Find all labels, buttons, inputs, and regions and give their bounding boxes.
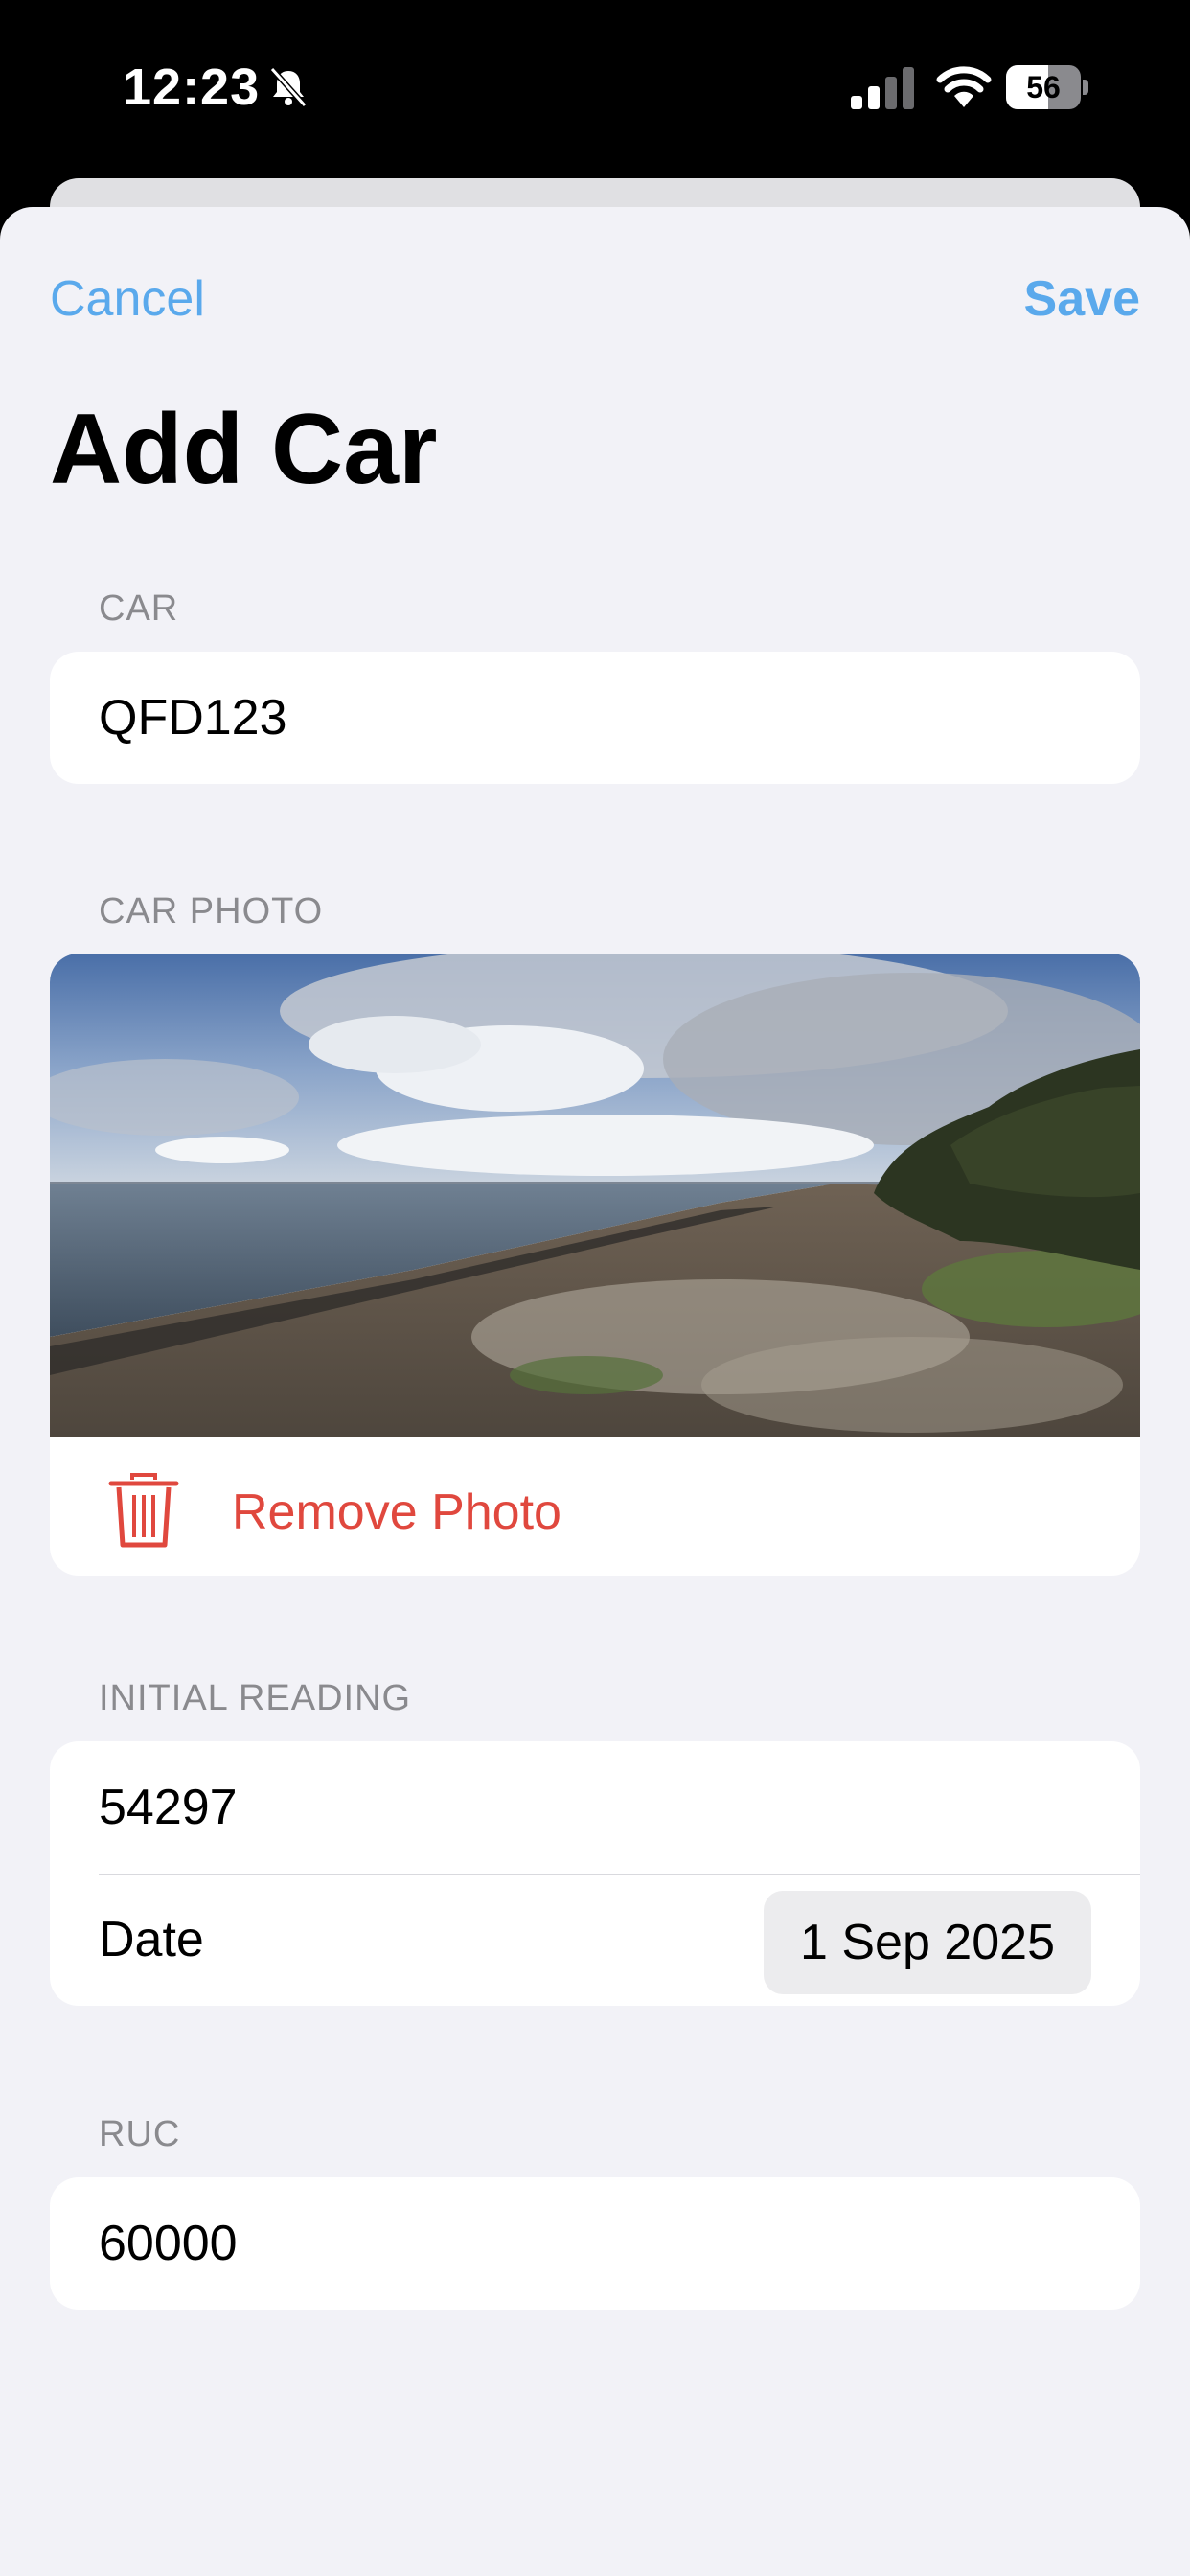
status-bar: 12:23 56 <box>0 0 1190 182</box>
remove-photo-label: Remove Photo <box>232 1484 561 1540</box>
date-label: Date <box>99 1912 204 1967</box>
photo-section-header: CAR PHOTO <box>99 891 324 932</box>
reading-group: Date 1 Sep 2025 <box>50 1741 1140 2006</box>
wifi-icon <box>936 66 992 107</box>
date-row: Date 1 Sep 2025 <box>50 1874 1140 2006</box>
car-section-header: CAR <box>99 588 179 629</box>
bell-slash-icon <box>269 66 308 108</box>
ruc-group <box>50 2177 1140 2310</box>
row-divider <box>99 1874 1140 1875</box>
cellular-signal-icon <box>851 67 914 109</box>
ruc-section-header: RUC <box>99 2114 181 2154</box>
save-button[interactable]: Save <box>1024 270 1140 328</box>
photo-group: Remove Photo <box>50 954 1140 1576</box>
status-time: 12:23 <box>123 58 261 116</box>
car-name-field[interactable] <box>99 689 1090 747</box>
ruc-row <box>50 2177 1140 2310</box>
battery-level: 56 <box>1026 70 1061 104</box>
reading-row <box>50 1741 1140 1874</box>
add-car-sheet: Cancel Save Add Car CAR CAR PHOTO <box>0 207 1190 2576</box>
date-picker-button[interactable]: 1 Sep 2025 <box>763 1891 1091 1994</box>
trash-icon <box>108 1473 179 1548</box>
remove-photo-row[interactable]: Remove Photo <box>50 1441 1140 1576</box>
initial-reading-field[interactable] <box>99 1779 1090 1836</box>
car-row <box>50 652 1140 784</box>
reading-section-header: INITIAL READING <box>99 1678 412 1718</box>
ruc-field[interactable] <box>99 2215 1090 2272</box>
car-group <box>50 652 1140 784</box>
battery-icon: 56 <box>1006 65 1088 109</box>
page-title: Add Car <box>50 394 438 505</box>
cancel-button[interactable]: Cancel <box>50 270 205 328</box>
car-photo[interactable] <box>50 954 1140 1437</box>
